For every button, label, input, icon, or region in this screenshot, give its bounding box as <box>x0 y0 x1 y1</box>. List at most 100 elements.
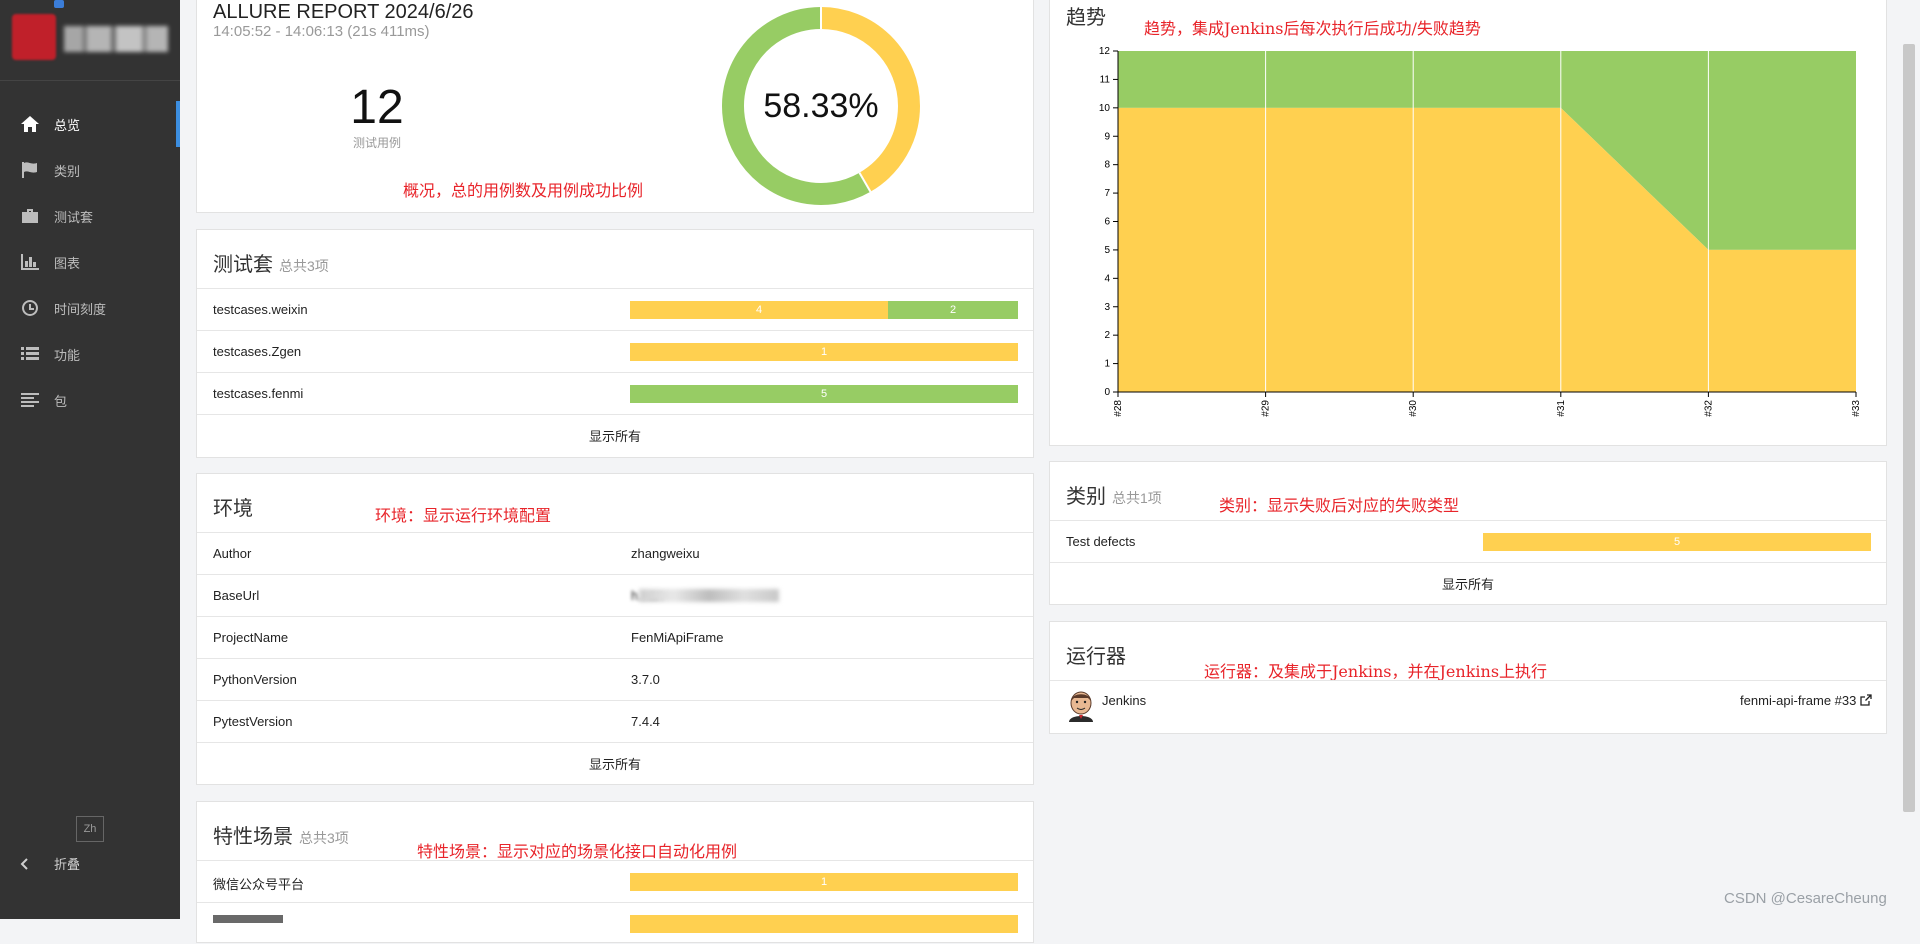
executor-row[interactable]: Jenkins fenmi-api-frame #33 <box>1050 680 1886 733</box>
table-row[interactable]: Test defects 5 <box>1050 520 1886 562</box>
executors-title: 运行器 <box>1066 646 1126 668</box>
language-button[interactable]: Zh <box>76 816 104 842</box>
y-tick-label: 5 <box>1104 245 1110 256</box>
table-row-partial[interactable] <box>197 902 1033 944</box>
y-tick-label: 9 <box>1104 131 1110 142</box>
annotation-environment: 环境：显示运行环境配置 <box>375 506 552 525</box>
env-key: PythonVersion <box>213 672 297 687</box>
environment-show-all-link[interactable]: 显示所有 <box>197 742 1033 784</box>
sidebar-item-label: 总览 <box>54 117 81 133</box>
env-key: PytestVersion <box>213 714 293 729</box>
environment-title: 环境 <box>213 498 253 520</box>
x-tick-label: #28 <box>1113 400 1124 417</box>
y-tick-label: 1 <box>1104 359 1110 370</box>
list-icon <box>18 344 42 364</box>
sidebar-item-label: 功能 <box>54 347 81 363</box>
clock-icon <box>18 298 42 318</box>
y-tick-label: 6 <box>1104 217 1110 228</box>
x-tick-label: #32 <box>1703 400 1714 417</box>
executor-build-label: fenmi-api-frame #33 <box>1740 693 1857 708</box>
broken-segment: 1 <box>630 873 1018 891</box>
logo-text-blurred <box>64 26 168 52</box>
table-row[interactable]: testcases.weixin 4 2 <box>197 288 1033 330</box>
briefcase-icon <box>18 206 42 226</box>
jenkins-avatar-icon <box>1069 691 1093 722</box>
collapse-button[interactable]: 折叠 <box>18 854 80 873</box>
features-title-text: 特性场景 <box>213 826 293 848</box>
executor-build-link[interactable]: fenmi-api-frame #33 <box>1740 693 1872 708</box>
broken-segment <box>630 915 1018 933</box>
sidebar-item-overview[interactable]: 总览 <box>0 101 180 147</box>
y-tick-label: 2 <box>1104 330 1110 341</box>
broken-segment: 5 <box>1483 533 1871 551</box>
y-tick-label: 7 <box>1104 188 1110 199</box>
collapse-label: 折叠 <box>54 857 81 872</box>
x-tick-label: #29 <box>1261 400 1272 417</box>
table-row[interactable]: 微信公众号平台 1 <box>197 860 1033 902</box>
passed-segment: 2 <box>888 301 1018 319</box>
sidebar-item-packages[interactable]: 包 <box>0 377 180 423</box>
status-bar: 5 <box>630 385 1018 403</box>
feature-name-partial <box>213 915 283 923</box>
sidebar-item-behaviors[interactable]: 功能 <box>0 331 180 377</box>
status-bar <box>630 915 1018 933</box>
features-count: 总共3项 <box>299 830 349 846</box>
env-key: BaseUrl <box>213 588 260 603</box>
align-left-icon <box>18 390 42 410</box>
categories-title-text: 类别 <box>1066 486 1106 508</box>
table-row: ProjectName FenMiApiFrame <box>197 616 1033 658</box>
category-name: Test defects <box>1066 534 1136 549</box>
success-rate: 58.33% <box>763 87 879 125</box>
table-row: PytestVersion 7.4.4 <box>197 700 1033 742</box>
watermark: CSDN @CesareCheung <box>1724 890 1887 907</box>
trend-chart: 0123456789101112#28 #29 #30 #31 #32 #33 <box>1099 46 1862 417</box>
executor-name: Jenkins <box>1102 693 1147 708</box>
x-tick-label: #31 <box>1556 400 1567 417</box>
executors-widget: 运行器 运行器：及集成于Jenkins，并在Jenkins上执行 Jenkins… <box>1049 621 1887 734</box>
x-tick-label: #30 <box>1408 400 1419 417</box>
env-key: Author <box>213 546 252 561</box>
suite-name: testcases.fenmi <box>213 386 304 401</box>
annotation-features: 特性场景：显示对应的场景化接口自动化用例 <box>417 842 738 861</box>
env-value-redaction <box>639 589 779 602</box>
sidebar-item-label: 时间刻度 <box>54 301 107 317</box>
sidebar-item-timeline[interactable]: 时间刻度 <box>0 285 180 331</box>
sidebar-item-categories[interactable]: 类别 <box>0 147 180 193</box>
env-value: zhangweixu <box>631 546 700 561</box>
summary-widget: ALLURE REPORT 2024/6/26 14:05:52 - 14:06… <box>196 0 1034 213</box>
y-tick-label: 4 <box>1104 273 1110 284</box>
testcase-count-label: 测试用例 <box>352 136 401 150</box>
env-value: 3.7.0 <box>631 672 660 687</box>
status-bar: 4 2 <box>630 301 1018 319</box>
status-bar: 5 <box>1483 533 1871 551</box>
annotation-categories: 类别：显示失败后对应的失败类型 <box>1219 496 1460 515</box>
sidebar-item-suites[interactable]: 测试套 <box>0 193 180 239</box>
table-row: BaseUrl h...an <box>197 574 1033 616</box>
features-title: 特性场景 总共3项 <box>213 820 349 849</box>
env-key: ProjectName <box>213 630 289 645</box>
status-bar: 1 <box>630 873 1018 891</box>
categories-show-all-link[interactable]: 显示所有 <box>1050 562 1886 604</box>
broken-segment: 4 <box>630 301 888 319</box>
suites-count: 总共3项 <box>279 258 329 274</box>
report-title: ALLURE REPORT 2024/6/26 <box>213 1 474 23</box>
suites-show-all-link[interactable]: 显示所有 <box>197 414 1033 456</box>
annotation-executors: 运行器：及集成于Jenkins，并在Jenkins上执行 <box>1204 662 1548 681</box>
suite-name: testcases.weixin <box>213 302 308 317</box>
logo-mark <box>12 14 56 60</box>
chevron-left-icon <box>20 857 28 870</box>
categories-title: 类别 总共1项 <box>1066 480 1162 509</box>
table-row[interactable]: testcases.fenmi 5 <box>197 372 1033 414</box>
y-tick-label: 11 <box>1100 74 1111 85</box>
categories-widget: 类别 总共1项 类别：显示失败后对应的失败类型 Test defects 5 显示… <box>1049 461 1887 605</box>
sidebar-item-label: 类别 <box>54 163 81 179</box>
table-row[interactable]: testcases.Zgen 1 <box>197 330 1033 372</box>
y-tick-label: 0 <box>1104 387 1110 398</box>
annotation-summary: 概况，总的用例数及用例成功比例 <box>403 181 644 200</box>
brand-logo[interactable] <box>0 0 180 81</box>
environment-widget: 环境 环境：显示运行环境配置 Author zhangweixu BaseUrl… <box>196 473 1034 785</box>
scrollbar[interactable] <box>1903 44 1915 812</box>
sidebar-item-graphs[interactable]: 图表 <box>0 239 180 285</box>
status-bar: 1 <box>630 343 1018 361</box>
passed-segment: 5 <box>630 385 1018 403</box>
